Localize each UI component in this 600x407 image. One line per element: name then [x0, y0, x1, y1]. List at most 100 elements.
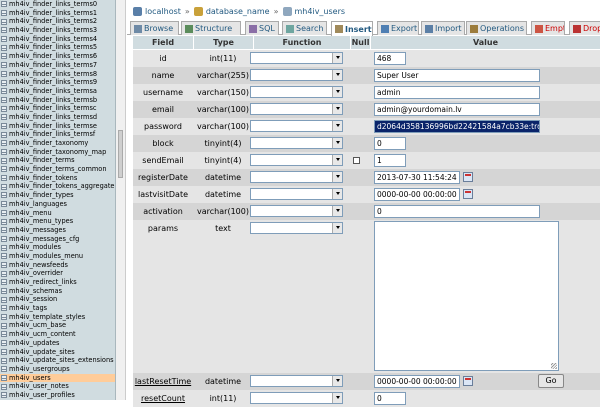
- sidebar-table-item[interactable]: mh4iv_update_sites: [0, 348, 115, 357]
- table-icon: [1, 288, 7, 295]
- sidebar-table-item[interactable]: mh4iv_finder_links_terms6: [0, 52, 115, 61]
- sidebar-table-item[interactable]: mh4iv_usergroups: [0, 365, 115, 374]
- sidebar-table-item[interactable]: mh4iv_user_notes: [0, 382, 115, 391]
- function-select[interactable]: [250, 222, 343, 234]
- sidebar-table-item[interactable]: mh4iv_modules_menu: [0, 252, 115, 261]
- table-icon: [1, 340, 7, 347]
- sidebar-table-item[interactable]: mh4iv_finder_links_termsf: [0, 130, 115, 139]
- sidebar-table-item[interactable]: mh4iv_finder_links_termse: [0, 122, 115, 131]
- sidebar-table-item[interactable]: mh4iv_finder_links_termsb: [0, 96, 115, 105]
- function-select[interactable]: [250, 137, 343, 149]
- tab-sql[interactable]: SQL: [245, 21, 279, 35]
- sidebar-table-item[interactable]: mh4iv_overrider: [0, 269, 115, 278]
- sidebar-table-item[interactable]: mh4iv_finder_links_terms9: [0, 78, 115, 87]
- value-input[interactable]: 0: [374, 392, 406, 405]
- value-input[interactable]: 468: [374, 52, 406, 65]
- function-select[interactable]: [250, 154, 343, 166]
- function-select[interactable]: [250, 52, 343, 64]
- value-textarea[interactable]: [374, 221, 559, 371]
- sidebar-table-item[interactable]: mh4iv_ucm_base: [0, 321, 115, 330]
- sidebar-table-item[interactable]: mh4iv_update_sites_extensions: [0, 356, 115, 365]
- sidebar-table-item[interactable]: mh4iv_menu_types: [0, 217, 115, 226]
- function-select[interactable]: [250, 392, 343, 404]
- chevron-down-icon: [336, 90, 340, 93]
- sidebar-table-item[interactable]: mh4iv_tags: [0, 304, 115, 313]
- sidebar-table-item[interactable]: mh4iv_finder_links_terms1: [0, 9, 115, 18]
- sidebar-table-item[interactable]: mh4iv_updates: [0, 339, 115, 348]
- tab-insert[interactable]: Insert: [331, 21, 373, 36]
- value-input[interactable]: 1: [374, 154, 406, 167]
- table-icon: [1, 1, 7, 8]
- sidebar-table-item[interactable]: mh4iv_finder_links_terms4: [0, 35, 115, 44]
- sidebar-table-item[interactable]: mh4iv_finder_links_terms7: [0, 61, 115, 70]
- tab-search[interactable]: Search: [282, 21, 327, 35]
- sidebar-table-item[interactable]: mh4iv_finder_links_terms8: [0, 70, 115, 79]
- tab-export[interactable]: Export: [377, 21, 419, 35]
- value-input[interactable]: Super User: [374, 69, 540, 82]
- sidebar-table-item[interactable]: mh4iv_finder_taxonomy: [0, 139, 115, 148]
- sidebar-table-item[interactable]: mh4iv_finder_tokens_aggregate: [0, 182, 115, 191]
- sidebar-table-label: mh4iv_finder_tokens: [9, 173, 78, 182]
- sidebar-table-item[interactable]: mh4iv_finder_links_terms0: [0, 0, 115, 9]
- value-input[interactable]: admin@yourdomain.lv: [374, 103, 540, 116]
- calendar-icon[interactable]: [463, 376, 473, 386]
- sidebar-table-item[interactable]: mh4iv_finder_terms_common: [0, 165, 115, 174]
- sidebar-table-item[interactable]: mh4iv_schemas: [0, 287, 115, 296]
- sidebar-table-item[interactable]: mh4iv_modules: [0, 243, 115, 252]
- function-select[interactable]: [250, 188, 343, 200]
- sidebar-table-item[interactable]: mh4iv_menu: [0, 209, 115, 218]
- sidebar-table-item[interactable]: mh4iv_finder_links_termsd: [0, 113, 115, 122]
- sidebar-table-item[interactable]: mh4iv_users: [0, 373, 115, 383]
- sidebar-table-item[interactable]: mh4iv_session: [0, 295, 115, 304]
- sidebar-table-item[interactable]: mh4iv_finder_links_terms3: [0, 26, 115, 35]
- tab-import[interactable]: Import: [421, 21, 465, 35]
- function-select[interactable]: [250, 120, 343, 132]
- function-select[interactable]: [250, 103, 343, 115]
- tab-empty[interactable]: Empty: [531, 21, 565, 35]
- go-button[interactable]: Go: [538, 374, 564, 388]
- breadcrumb-server[interactable]: localhost: [133, 6, 181, 16]
- sidebar-table-item[interactable]: mh4iv_finder_links_terms5: [0, 43, 115, 52]
- sidebar-table-item[interactable]: mh4iv_template_styles: [0, 313, 115, 322]
- function-select[interactable]: [250, 69, 343, 81]
- function-select[interactable]: [250, 86, 343, 98]
- null-checkbox[interactable]: [353, 157, 360, 164]
- tab-browse[interactable]: Browse: [130, 21, 179, 35]
- value-input[interactable]: admin: [374, 86, 540, 99]
- tab-operations[interactable]: Operations: [466, 21, 527, 35]
- tab-structure[interactable]: Structure: [181, 21, 241, 35]
- function-select[interactable]: [250, 375, 343, 387]
- frame-resize-handle[interactable]: [118, 130, 123, 178]
- sidebar-table-label: mh4iv_users: [9, 373, 51, 382]
- sidebar-table-item[interactable]: mh4iv_messages: [0, 226, 115, 235]
- sidebar-table-item[interactable]: mh4iv_redirect_links: [0, 278, 115, 287]
- breadcrumb-table[interactable]: mh4iv_users: [282, 6, 345, 16]
- sidebar-table-item[interactable]: mh4iv_user_profiles: [0, 391, 115, 400]
- calendar-icon[interactable]: [463, 189, 473, 199]
- value-input[interactable]: 2013-07-30 11:54:24: [374, 171, 460, 184]
- sidebar-table-item[interactable]: mh4iv_finder_tokens: [0, 174, 115, 183]
- sidebar-table-item[interactable]: mh4iv_newsfeeds: [0, 261, 115, 270]
- sidebar-table-item[interactable]: mh4iv_finder_taxonomy_map: [0, 148, 115, 157]
- sidebar-table-item[interactable]: mh4iv_finder_terms: [0, 156, 115, 165]
- sidebar-table-label: mh4iv_ucm_content: [9, 330, 76, 339]
- sidebar-table-item[interactable]: mh4iv_finder_links_terms2: [0, 17, 115, 26]
- value-input[interactable]: 0000-00-00 00:00:00: [374, 375, 460, 388]
- tab-drop[interactable]: Drop: [569, 21, 600, 35]
- sidebar-table-label: mh4iv_overrider: [9, 269, 63, 278]
- sidebar-table-item[interactable]: mh4iv_ucm_content: [0, 330, 115, 339]
- function-select[interactable]: [250, 171, 343, 183]
- value-input[interactable]: d2064d358136996bd22421584a7cb33e:trd7: [374, 120, 540, 133]
- sidebar-table-item[interactable]: mh4iv_languages: [0, 200, 115, 209]
- sidebar-table-item[interactable]: mh4iv_finder_links_termsc: [0, 104, 115, 113]
- calendar-icon[interactable]: [463, 172, 473, 182]
- breadcrumb-database[interactable]: database_name: [193, 6, 270, 16]
- value-input[interactable]: 0: [374, 205, 540, 218]
- sidebar-table-item[interactable]: mh4iv_messages_cfg: [0, 235, 115, 244]
- sidebar-table-item[interactable]: mh4iv_finder_types: [0, 191, 115, 200]
- value-input[interactable]: 0: [374, 137, 406, 150]
- value-input[interactable]: 0000-00-00 00:00:00: [374, 188, 460, 201]
- field-type: int(11): [209, 54, 237, 63]
- sidebar-table-item[interactable]: mh4iv_finder_links_termsa: [0, 87, 115, 96]
- function-select[interactable]: [250, 205, 343, 217]
